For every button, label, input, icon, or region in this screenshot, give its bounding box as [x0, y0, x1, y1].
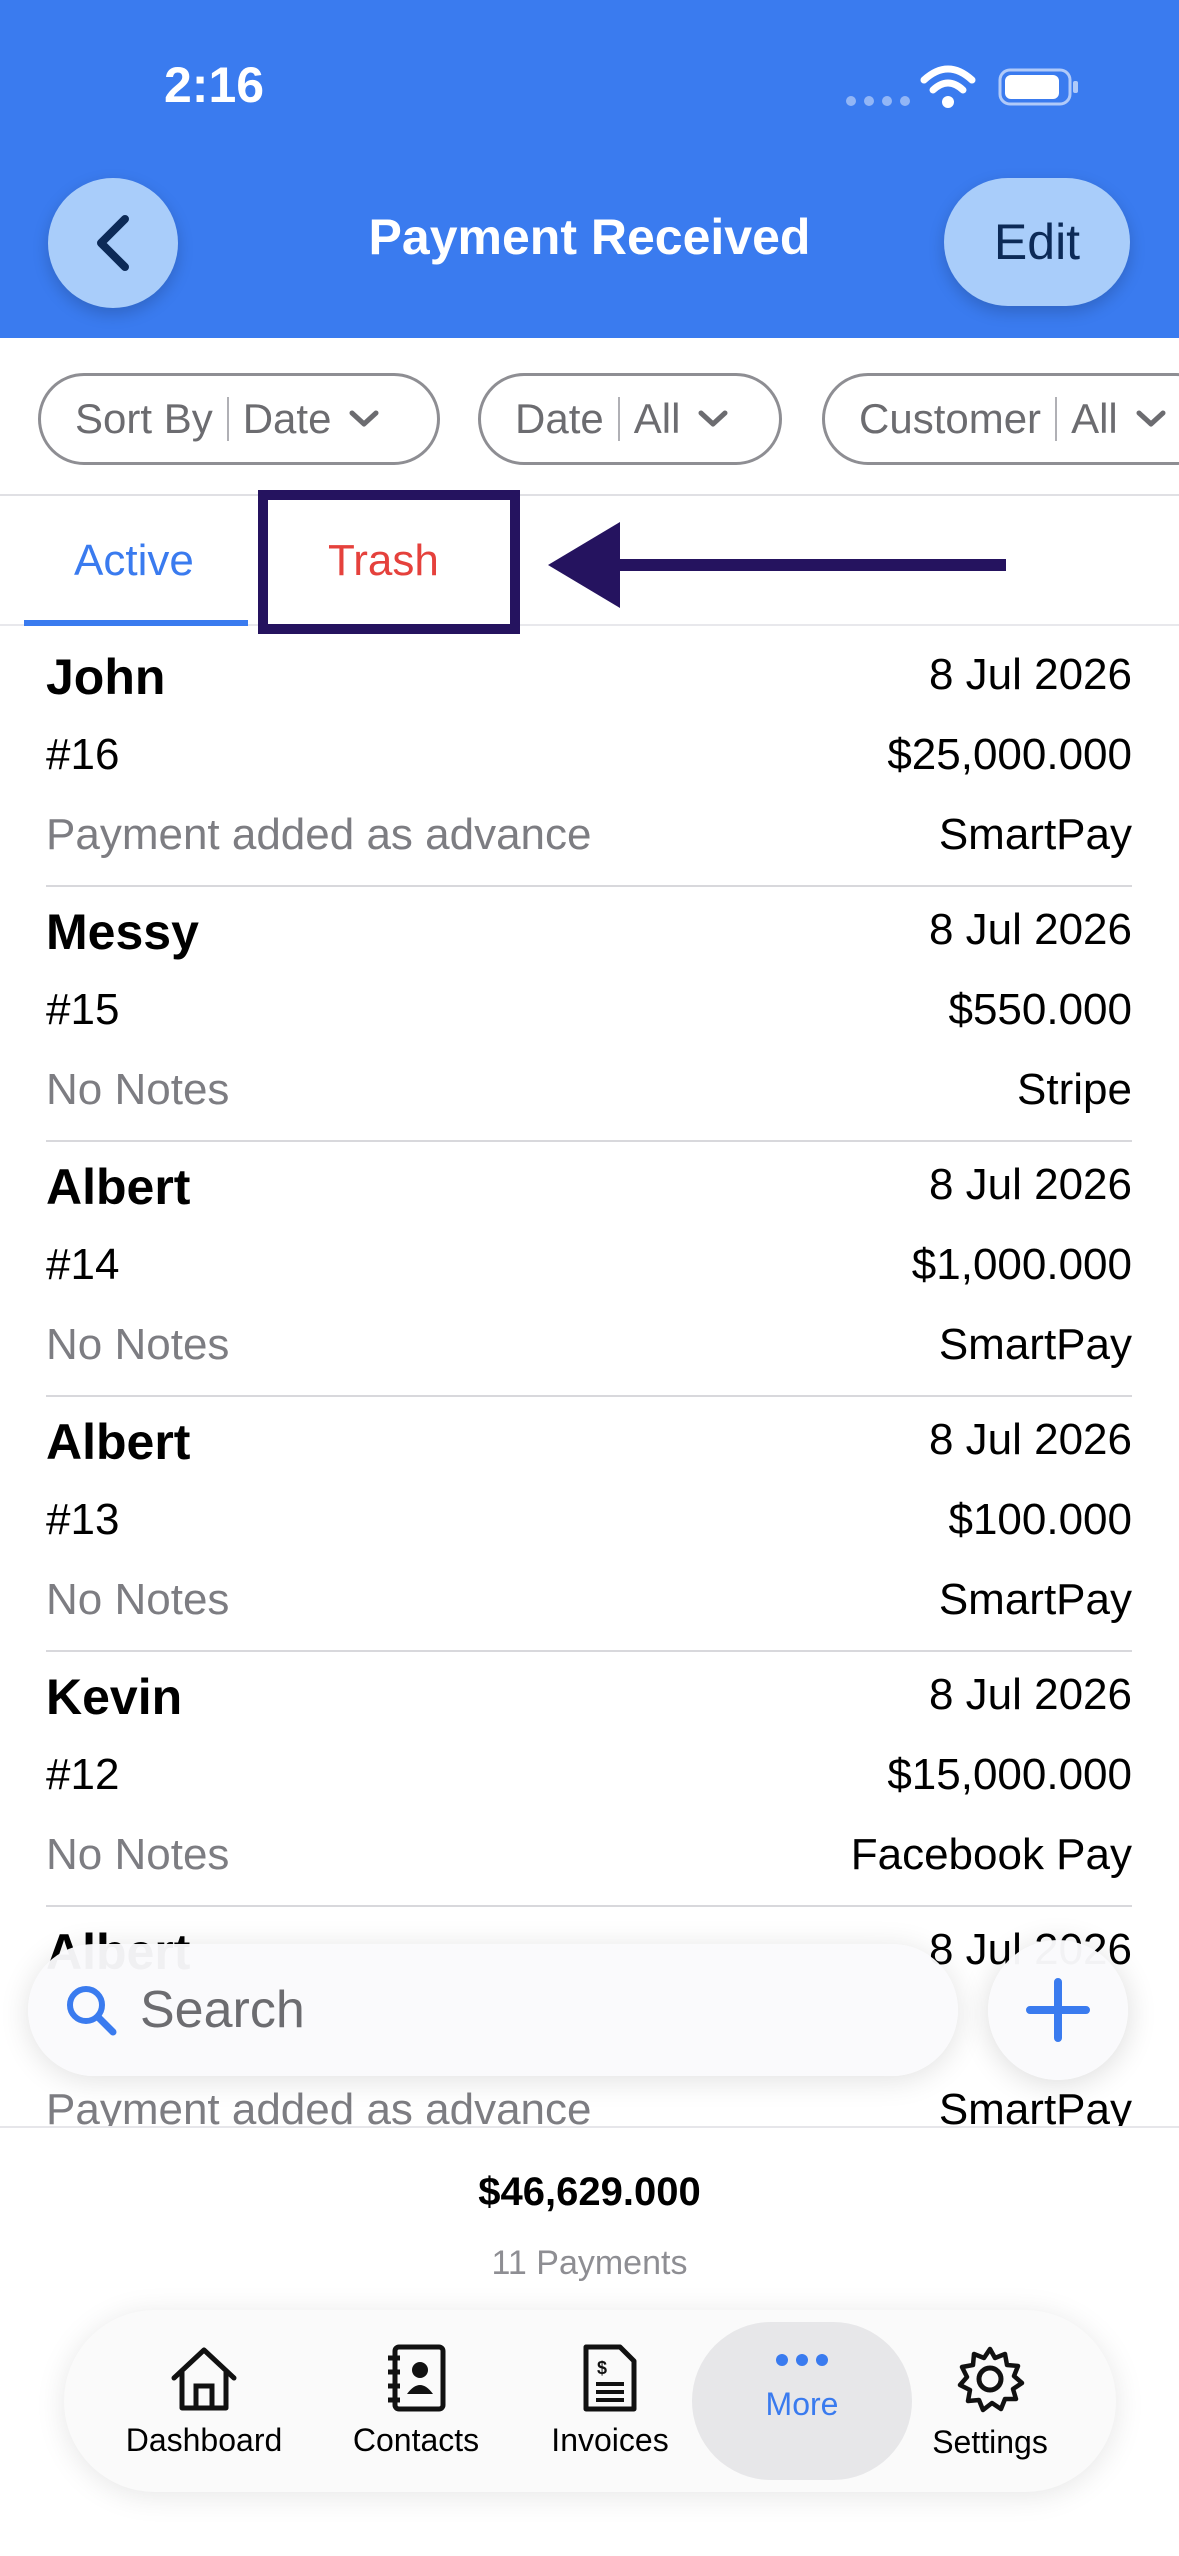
search-icon	[67, 1986, 117, 2036]
bottom-tab-bar: Dashboard Contacts $ Invoices More Setti…	[64, 2310, 1116, 2492]
add-payment-button[interactable]	[988, 1940, 1128, 2080]
tabbar-item-settings[interactable]: Settings	[900, 2310, 1080, 2492]
tabbar-label: Dashboard	[125, 2422, 283, 2458]
invoice-icon: $	[583, 2344, 637, 2412]
filter-label: Date	[515, 395, 604, 442]
payment-method: SmartPay	[938, 1320, 1132, 1369]
payment-list: John 8 Jul 2026 #16 $25,000.000 Payment …	[0, 632, 1179, 2162]
payment-row[interactable]: John 8 Jul 2026 #16 $25,000.000 Payment …	[46, 632, 1132, 887]
payment-date: 8 Jul 2026	[928, 650, 1132, 699]
payment-amount: $15,000.000	[887, 1750, 1132, 1799]
tabbar-label: Invoices	[551, 2422, 669, 2458]
filter-value: All	[633, 395, 681, 442]
filter-value: Date	[242, 395, 332, 442]
payment-date: 8 Jul 2026	[928, 1160, 1132, 1209]
filter-label: Customer	[859, 395, 1042, 442]
payment-row[interactable]: Kevin 8 Jul 2026 #12 $15,000.000 No Note…	[46, 1652, 1132, 1907]
cellular-signal-icon	[846, 96, 910, 106]
payment-amount: $550.000	[948, 985, 1132, 1034]
payment-row[interactable]: Albert 8 Jul 2026 #14 $1,000.000 No Note…	[46, 1142, 1132, 1397]
sort-by-filter[interactable]: Sort By Date	[38, 373, 440, 465]
wifi-icon	[920, 65, 976, 108]
divider	[226, 397, 229, 441]
total-amount: $46,629.000	[478, 2170, 701, 2214]
chevron-down-icon	[1136, 410, 1166, 427]
divider	[0, 494, 1179, 496]
tabbar-item-dashboard[interactable]: Dashboard	[114, 2310, 294, 2492]
filter-value: All	[1071, 395, 1118, 442]
search-input[interactable]	[140, 1980, 840, 2040]
payment-method: SmartPay	[938, 810, 1132, 859]
payment-note: No Notes	[46, 1575, 230, 1624]
payment-note: No Notes	[46, 1830, 230, 1879]
payment-date: 8 Jul 2026	[928, 905, 1132, 954]
payment-date: 8 Jul 2026	[928, 1415, 1132, 1464]
date-filter[interactable]: Date All	[478, 373, 782, 465]
payment-number: #13	[46, 1495, 120, 1544]
ellipsis-icon	[776, 2354, 828, 2366]
payment-method: Stripe	[1017, 1065, 1132, 1114]
divider	[1055, 397, 1058, 441]
payment-date: 8 Jul 2026	[928, 1670, 1132, 1719]
customer-name: John	[46, 649, 166, 705]
payment-number: #12	[46, 1750, 120, 1799]
status-time: 2:16	[164, 57, 265, 113]
customer-filter[interactable]: Customer All	[822, 373, 1179, 465]
payment-note: No Notes	[46, 1320, 230, 1369]
contacts-book-icon	[388, 2344, 446, 2412]
payment-note: No Notes	[46, 1065, 230, 1114]
payment-note: Payment added as advance	[46, 810, 592, 859]
tabbar-label: Settings	[932, 2424, 1048, 2460]
edit-button[interactable]: Edit	[944, 178, 1130, 306]
payment-amount: $100.000	[948, 1495, 1132, 1544]
payment-number: #14	[46, 1240, 120, 1289]
payment-row[interactable]: Albert 8 Jul 2026 #13 $100.000 No Notes …	[46, 1397, 1132, 1652]
tabbar-item-contacts[interactable]: Contacts	[326, 2310, 506, 2492]
gear-icon	[957, 2346, 1025, 2413]
chevron-down-icon	[349, 410, 379, 427]
customer-name: Albert	[46, 1414, 191, 1470]
payment-amount: $1,000.000	[911, 1240, 1132, 1289]
tabbar-label: Contacts	[352, 2422, 480, 2458]
tabbar-item-more[interactable]: More	[692, 2322, 912, 2480]
tab-active[interactable]: Active	[74, 536, 194, 586]
divider	[617, 397, 620, 441]
annotation-highlight-box	[258, 490, 520, 634]
header: 2:16 Payment Received Edit	[0, 0, 1179, 338]
tab-active-indicator	[24, 620, 248, 626]
tabbar-label: More	[765, 2386, 839, 2422]
plus-icon	[1026, 1978, 1090, 2042]
payment-method: SmartPay	[938, 1575, 1132, 1624]
filter-bar: Sort By Date Date All Customer All	[0, 338, 1179, 496]
payment-count: 11 Payments	[491, 2244, 688, 2282]
payment-method: Facebook Pay	[850, 1830, 1132, 1879]
payment-number: #16	[46, 730, 120, 779]
svg-text:$: $	[597, 2358, 607, 2378]
payment-row[interactable]: Messy 8 Jul 2026 #15 $550.000 No Notes S…	[46, 887, 1132, 1142]
battery-icon	[998, 68, 1078, 106]
customer-name: Kevin	[46, 1669, 183, 1725]
annotation-arrow-icon	[548, 522, 1006, 608]
customer-name: Messy	[46, 904, 199, 960]
filter-label: Sort By	[75, 395, 213, 442]
search-bar[interactable]	[28, 1944, 958, 2076]
chevron-down-icon	[698, 410, 728, 427]
tabbar-item-invoices[interactable]: $ Invoices	[520, 2310, 700, 2492]
payment-amount: $25,000.000	[887, 730, 1132, 779]
payment-number: #15	[46, 985, 120, 1034]
home-icon	[171, 2347, 237, 2411]
customer-name: Albert	[46, 1159, 191, 1215]
